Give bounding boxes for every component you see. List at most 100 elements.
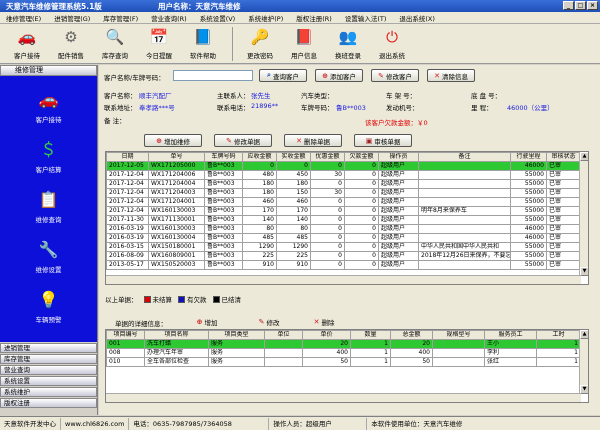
orders-grid[interactable]: 日期 单号 车牌号码 应收金额 实收金额 优惠金额 欠款金额 操作员 备注 行驶里程 审核状态 20…	[105, 151, 589, 285]
orders-column-header[interactable]: 优惠金额	[310, 152, 345, 162]
table-row[interactable]: 010 全车各部位检查 服务 50 1 50 张红 1	[106, 357, 581, 367]
detail-column-header[interactable]: 项目编号	[106, 330, 145, 340]
menu-exit[interactable]: 退出系统(X)	[399, 13, 435, 23]
menu-purchase-sales[interactable]: 进销管理(G)	[54, 13, 90, 23]
sidebar-group-business-query[interactable]: 营业查询	[0, 365, 97, 375]
scroll-down-icon[interactable]: ▼	[580, 267, 588, 276]
table-row[interactable]: 2017-12-04 WX171204004 鲁B**003 180 180 0 0 超级用户…	[106, 179, 581, 189]
detail-grid[interactable]: 项目编号 项目名称 项目类型 单位 单价 数量 总金额 规格型号 服务员工 工时 001 洗车打蜡服…	[105, 329, 589, 403]
detail-column-header[interactable]: 总金额	[390, 330, 433, 340]
orders-column-header[interactable]: 操作员	[378, 152, 419, 162]
table-cell: 485	[242, 233, 277, 243]
menu-maintenance[interactable]: 系统维护(P)	[248, 13, 283, 23]
toolbar-inventory-query[interactable]: 🔍 库存查询	[94, 27, 136, 60]
orders-vertical-scrollbar[interactable]: ▲ ▼	[579, 152, 588, 276]
orders-column-header[interactable]: 行驶里程	[510, 152, 547, 162]
orders-column-header[interactable]: 单号	[148, 152, 205, 162]
sidebar-group-inventory[interactable]: 库存管理	[0, 354, 97, 364]
table-row[interactable]: 2013-05-17 WX150520003 鲁B**003 910 910 0 0 超级用户…	[106, 260, 581, 270]
table-row[interactable]: 2016-03-19 WX160130004 鲁B**003 485 485 0 0 超级用户…	[106, 233, 581, 243]
table-cell: 910	[276, 260, 311, 270]
menu-input-method[interactable]: 设置输入法(T)	[345, 13, 387, 23]
table-cell: 0	[344, 242, 379, 252]
detail-column-header[interactable]: 规格型号	[432, 330, 485, 340]
detail-edit-button[interactable]: ✎ 修改	[249, 315, 289, 328]
table-row[interactable]: 2017-12-05 WX171205000 鲁B**003 0 0 0 0 超级用户 4600…	[106, 161, 581, 171]
orders-column-header[interactable]: 车牌号码	[204, 152, 243, 162]
table-cell: 已审	[546, 179, 581, 189]
table-row[interactable]: 008 办理汽车年审 服务 400 1 400 李利 1	[106, 348, 581, 358]
toolbar-parts-sales[interactable]: ⚙ 配件销售	[50, 27, 92, 60]
menu-settings[interactable]: 系统设置(V)	[200, 13, 236, 23]
detail-vertical-scrollbar[interactable]: ▲ ▼	[579, 330, 588, 394]
table-row[interactable]: 2017-12-04 WX171204001 鲁B**003 460 460 0 0 超级用户…	[106, 197, 581, 207]
toolbar-exit[interactable]: ⏻ 退出系统	[371, 27, 413, 60]
orders-column-header[interactable]: 备注	[418, 152, 511, 162]
table-row[interactable]: 2016-03-19 WX160130003 鲁B**003 80 80 0 0 超级用户 46…	[106, 224, 581, 234]
detail-column-header[interactable]: 项目类型	[208, 330, 265, 340]
edit-order-button[interactable]: ✎ 修改单据	[214, 134, 272, 147]
audit-order-button[interactable]: ▣ 审核单据	[354, 134, 412, 147]
sidebar-group-registration[interactable]: 版权注册	[0, 398, 97, 408]
menu-inventory[interactable]: 库存管理(F)	[103, 13, 138, 23]
orders-column-header[interactable]: 实收金额	[276, 152, 311, 162]
detail-horizontal-scrollbar[interactable]	[106, 393, 581, 402]
maximize-button[interactable]: □	[575, 1, 586, 10]
detail-column-header[interactable]: 工时	[536, 330, 581, 340]
query-customer-button[interactable]: ⌕ 查询客户	[259, 69, 307, 82]
menu-registration[interactable]: 版权注册(R)	[296, 13, 332, 23]
sidebar-item-customer-reception[interactable]: 🚗 客户接待	[0, 90, 97, 124]
sidebar-group-purchase-sales[interactable]: 进销管理	[0, 343, 97, 353]
toolbar-user-info[interactable]: 📕 用户信息	[283, 27, 325, 60]
search-input[interactable]	[173, 70, 253, 81]
detail-delete-button[interactable]: ✕ 删除	[304, 315, 344, 328]
toolbar-change-password[interactable]: 🔑 更改密码	[239, 27, 281, 60]
orders-horizontal-scrollbar[interactable]	[106, 275, 581, 284]
detail-column-header[interactable]: 单位	[264, 330, 303, 340]
table-cell: 30	[310, 188, 345, 198]
add-repair-button[interactable]: ⊕ 增加维修	[144, 134, 202, 147]
sidebar-group-settings[interactable]: 系统设置	[0, 376, 97, 386]
close-button[interactable]: ×	[587, 1, 598, 10]
table-row[interactable]: 2016-08-09 WX160809001 鲁B**003 225 225 0 0 超级用户…	[106, 251, 581, 261]
table-cell: 办理汽车年审	[144, 348, 209, 358]
sidebar-group-maintenance[interactable]: 系统维护	[0, 387, 97, 397]
toolbar-today-reminder[interactable]: 📅 今日提醒	[138, 27, 180, 60]
scroll-up-icon[interactable]: ▲	[580, 330, 588, 339]
table-row[interactable]: 2017-12-04 WX160130003 鲁B**003 170 170 0 0 超级用户…	[106, 206, 581, 216]
table-row[interactable]: 2017-12-04 WX171204003 鲁B**003 180 150 30 0 超级用…	[106, 188, 581, 198]
status-website[interactable]: www.chl6826.com	[61, 417, 130, 430]
orders-column-header[interactable]: 日期	[106, 152, 149, 162]
detail-column-header[interactable]: 服务员工	[484, 330, 537, 340]
orders-column-header[interactable]: 欠款金额	[344, 152, 379, 162]
detail-column-header[interactable]: 单价	[302, 330, 351, 340]
detail-add-button[interactable]: ⊕ 增加	[187, 315, 227, 328]
menu-repair[interactable]: 维修管理(E)	[6, 13, 41, 23]
table-row[interactable]: 001 洗车打蜡 服务 20 1 20 王小 1	[106, 339, 581, 349]
sidebar-item-vehicle-alert[interactable]: 💡 车辆预警	[0, 290, 97, 324]
menu-business-query[interactable]: 营业查询(R)	[151, 13, 187, 23]
detail-column-header[interactable]: 数量	[350, 330, 391, 340]
sidebar-item-repair-settings[interactable]: 🔧 维修设置	[0, 240, 97, 274]
toolbar-customer-reception[interactable]: 🚗 客户接待	[6, 27, 48, 60]
table-cell: WX150180001	[148, 242, 205, 252]
sidebar-item-customer-settle[interactable]: ＄客户结算	[0, 140, 97, 174]
minimize-button[interactable]: _	[563, 1, 574, 10]
sidebar-header[interactable]: 维修管理	[0, 65, 97, 76]
add-customer-button[interactable]: ⊕ 添加客户	[315, 69, 363, 82]
clear-info-button[interactable]: ✕ 清除信息	[427, 69, 475, 82]
orders-column-header[interactable]: 应收金额	[242, 152, 277, 162]
table-row[interactable]: 2017-12-04 WX171204006 鲁B**003 480 450 30 0 超级用…	[106, 170, 581, 180]
sidebar-item-repair-query[interactable]: 📋 维修查询	[0, 190, 97, 224]
toolbar-help[interactable]: 📘 软件帮助	[182, 27, 224, 60]
edit-customer-button[interactable]: ✎ 修改客户	[371, 69, 419, 82]
scroll-down-icon[interactable]: ▼	[580, 385, 588, 394]
table-row[interactable]: 2016-03-15 WX150180001 鲁B**003 1290 1290 0 0 超级…	[106, 242, 581, 252]
orders-column-header[interactable]: 审核状态	[546, 152, 581, 162]
scroll-up-icon[interactable]: ▲	[580, 152, 588, 161]
toolbar-switch-login[interactable]: 👥 换班登录	[327, 27, 369, 60]
table-row[interactable]: 2017-11-30 WX171130001 鲁B**003 140 140 0 0 超级用户…	[106, 215, 581, 225]
detail-column-header[interactable]: 项目名称	[144, 330, 209, 340]
table-cell: 洗车打蜡	[144, 339, 209, 349]
delete-order-button[interactable]: ✕ 删除单据	[284, 134, 342, 147]
